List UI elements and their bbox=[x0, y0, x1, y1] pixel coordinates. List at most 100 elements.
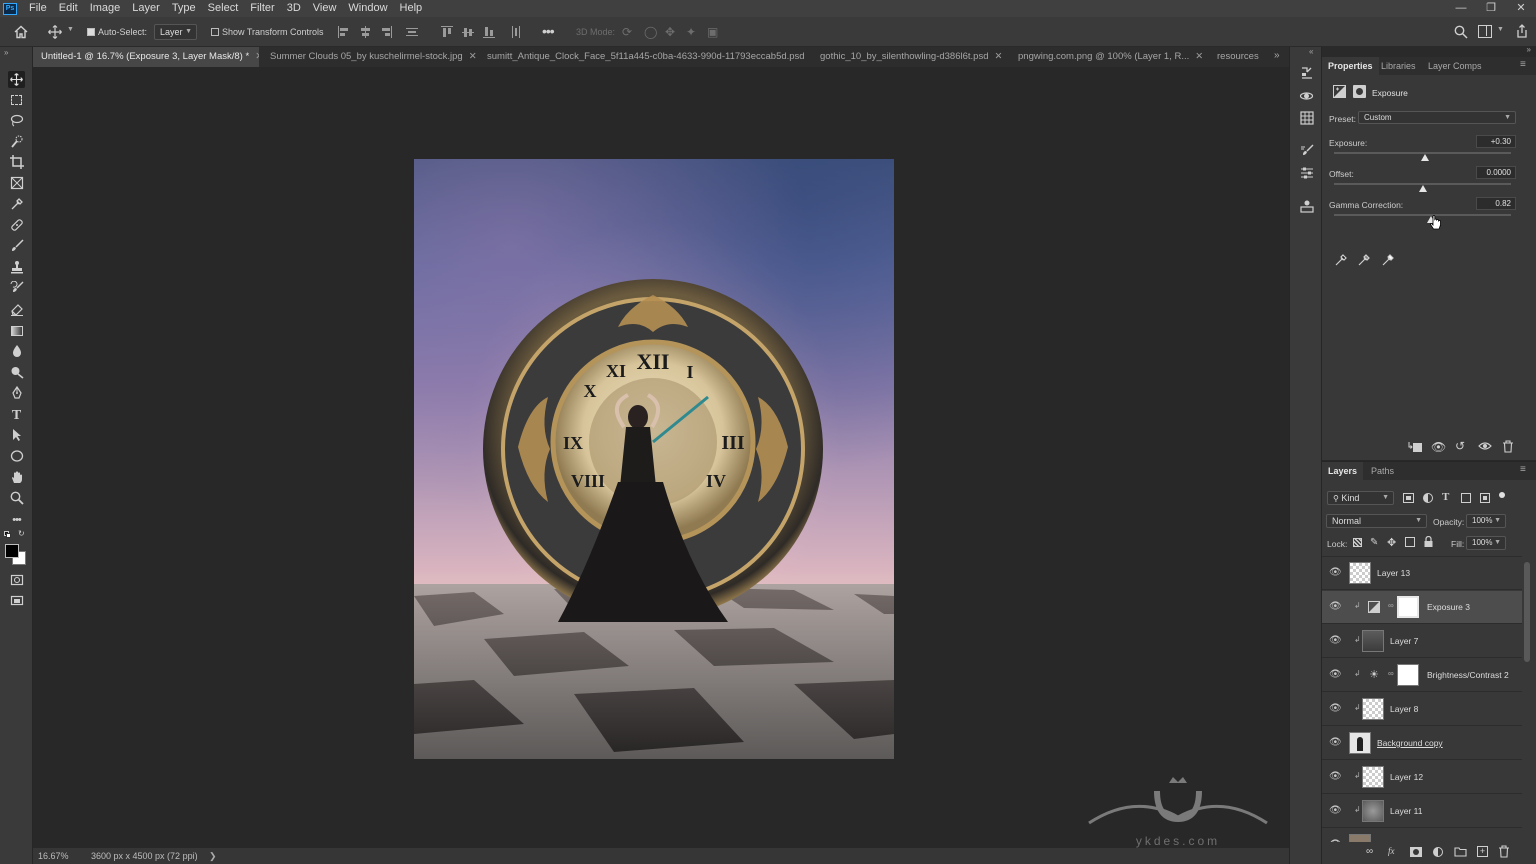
delete-layer-icon[interactable] bbox=[1498, 845, 1510, 858]
close-tab-icon[interactable]: ✕ bbox=[255, 51, 259, 62]
document-canvas[interactable]: XII I III IV VIII IX X XI bbox=[414, 159, 894, 759]
menu-view[interactable]: View bbox=[307, 0, 343, 17]
tab-libraries[interactable]: Libraries bbox=[1375, 57, 1422, 75]
layer-row[interactable]: 👁 ↲ Layer 8 bbox=[1322, 693, 1522, 726]
filter-toggle-icon[interactable] bbox=[1499, 492, 1505, 498]
auto-select-target-dropdown[interactable]: Layer ▼ bbox=[154, 24, 197, 40]
align-left-icon[interactable] bbox=[338, 26, 350, 38]
layer-filter-dropdown[interactable]: ⚲ Kind ▼ bbox=[1327, 491, 1394, 505]
layer-mask-thumbnail[interactable] bbox=[1397, 596, 1419, 618]
pen-tool-icon[interactable] bbox=[8, 385, 25, 403]
panel-menu-icon[interactable]: ≡ bbox=[1520, 59, 1526, 70]
eyedropper-white-icon[interactable] bbox=[1381, 253, 1395, 270]
layer-row[interactable]: 👁 ↲ Layer 11 bbox=[1322, 795, 1522, 828]
visibility-eye-icon[interactable]: 👁 bbox=[1329, 567, 1342, 579]
menu-select[interactable]: Select bbox=[202, 0, 245, 17]
libraries-panel-icon[interactable] bbox=[1299, 199, 1314, 214]
adjustments-panel-icon[interactable] bbox=[1299, 166, 1314, 181]
show-transform-option[interactable]: Show Transform Controls bbox=[211, 24, 324, 40]
type-tool-icon[interactable]: T bbox=[8, 407, 25, 424]
layer-row[interactable]: 👁 ↲ Layer 7 bbox=[1322, 625, 1522, 658]
tab-layer-comps[interactable]: Layer Comps bbox=[1422, 57, 1488, 75]
layers-scrollbar[interactable] bbox=[1524, 562, 1530, 662]
align-bottom-icon[interactable] bbox=[483, 26, 495, 38]
collapse-panel-icon[interactable]: » bbox=[4, 48, 8, 57]
ellipse-tool-icon[interactable] bbox=[8, 449, 25, 466]
view-previous-state-icon[interactable]: 👁 bbox=[1431, 441, 1446, 453]
edit-toolbar-icon[interactable]: ••• bbox=[8, 512, 25, 529]
close-tab-icon[interactable]: ✕ bbox=[469, 51, 477, 62]
visibility-eye-icon[interactable]: 👁 bbox=[1329, 771, 1342, 783]
minimize-icon[interactable]: — bbox=[1446, 0, 1476, 17]
eraser-tool-icon[interactable] bbox=[8, 302, 25, 319]
doc-tab-pngwing[interactable]: pngwing.com.png @ 100% (Layer 1, R... ✕ bbox=[1010, 47, 1206, 67]
align-top-icon[interactable] bbox=[441, 26, 453, 38]
add-mask-icon[interactable] bbox=[1410, 847, 1422, 857]
layer-row[interactable]: 👁 ↲ Layer 12 bbox=[1322, 761, 1522, 794]
lasso-tool-icon[interactable] bbox=[8, 113, 25, 130]
collapse-panel-icon[interactable]: « bbox=[1309, 47, 1313, 56]
reset-adjustment-icon[interactable]: ↺ bbox=[1455, 440, 1465, 452]
3d-scale-icon[interactable]: ▣ bbox=[707, 25, 718, 39]
eyedropper-black-icon[interactable] bbox=[1334, 253, 1348, 270]
visibility-eye-icon[interactable]: 👁 bbox=[1329, 839, 1342, 842]
layer-mask-thumbnail[interactable] bbox=[1397, 664, 1419, 686]
layer-name[interactable]: Exposure 3 bbox=[1427, 591, 1470, 624]
layer-name[interactable]: Layer 13 bbox=[1377, 557, 1410, 590]
new-fill-adjustment-icon[interactable] bbox=[1433, 847, 1443, 857]
zoom-tool-icon[interactable] bbox=[8, 491, 25, 508]
home-icon[interactable] bbox=[14, 25, 28, 39]
delete-adjustment-icon[interactable] bbox=[1502, 440, 1514, 453]
workspace-icon[interactable] bbox=[1478, 25, 1492, 38]
3d-orbit-icon[interactable]: ⟳ bbox=[622, 25, 632, 39]
panel-menu-icon[interactable]: ≡ bbox=[1520, 464, 1526, 475]
move-tool-icon[interactable] bbox=[8, 71, 25, 88]
doc-tab-clock-face[interactable]: sumitt_Antique_Clock_Face_5f11a445-c0ba-… bbox=[479, 47, 811, 67]
layer-name[interactable]: Brightness/Contrast 2 bbox=[1427, 659, 1509, 692]
restore-icon[interactable]: ❐ bbox=[1476, 0, 1506, 17]
layer-name[interactable]: Layer 7 bbox=[1390, 625, 1418, 658]
new-layer-icon[interactable]: + bbox=[1477, 846, 1488, 857]
blur-tool-icon[interactable] bbox=[8, 344, 25, 361]
auto-select-checkbox[interactable] bbox=[87, 27, 95, 36]
layer-name[interactable]: Layer 12 bbox=[1390, 761, 1423, 794]
zoom-level[interactable]: 16.67% bbox=[38, 848, 69, 864]
filter-type-icon[interactable]: T bbox=[1442, 491, 1449, 503]
align-middle-icon[interactable] bbox=[462, 26, 474, 38]
status-menu-icon[interactable]: ❯ bbox=[209, 848, 217, 864]
layer-row[interactable]: 👁 ↲ ☀ ∞ Brightness/Contrast 2 bbox=[1322, 659, 1522, 692]
path-selection-tool-icon[interactable] bbox=[8, 428, 25, 445]
more-tabs-icon[interactable]: » bbox=[1274, 50, 1280, 61]
visibility-eye-icon[interactable]: 👁 bbox=[1329, 737, 1342, 749]
clip-to-layer-icon[interactable] bbox=[1408, 441, 1422, 453]
menu-layer[interactable]: Layer bbox=[126, 0, 166, 17]
gamma-slider-track[interactable] bbox=[1334, 214, 1511, 216]
menu-type[interactable]: Type bbox=[166, 0, 202, 17]
crop-tool-icon[interactable] bbox=[8, 155, 25, 172]
history-brush-tool-icon[interactable] bbox=[8, 280, 25, 298]
history-panel-icon[interactable] bbox=[1299, 66, 1314, 81]
doc-tab-summer-clouds[interactable]: Summer Clouds 05_by kuschelirmel-stock.j… bbox=[262, 47, 478, 67]
gamma-value-input[interactable]: 0.82 bbox=[1476, 197, 1516, 210]
doc-tab-untitled[interactable]: Untitled-1 @ 16.7% (Exposure 3, Layer Ma… bbox=[33, 47, 259, 67]
brush-tool-icon[interactable] bbox=[8, 239, 25, 256]
foreground-color-swatch[interactable] bbox=[5, 544, 19, 558]
link-icon[interactable]: ∞ bbox=[1388, 669, 1394, 678]
move-tool-icon[interactable] bbox=[48, 25, 62, 39]
layer-row[interactable]: 👁 Background copy bbox=[1322, 829, 1522, 842]
layer-style-icon[interactable]: fx bbox=[1388, 846, 1395, 856]
doc-tab-gothic[interactable]: gothic_10_by_silenthowling-d386l6t.psd ✕ bbox=[812, 47, 1006, 67]
opacity-input[interactable]: 100% ▼ bbox=[1466, 514, 1506, 528]
3d-roll-icon[interactable]: ◯ bbox=[644, 25, 657, 39]
3d-panel-icon[interactable] bbox=[1299, 89, 1314, 104]
tab-properties[interactable]: Properties bbox=[1322, 57, 1379, 75]
lock-position-icon[interactable]: ✥ bbox=[1387, 536, 1396, 549]
chevron-down-icon[interactable]: ▼ bbox=[1497, 26, 1504, 33]
3d-pan-icon[interactable]: ✥ bbox=[665, 25, 675, 39]
collapse-panel-icon[interactable]: » bbox=[1527, 45, 1531, 54]
close-window-icon[interactable]: ✕ bbox=[1506, 0, 1536, 17]
3d-slide-icon[interactable]: ✦ bbox=[686, 25, 696, 39]
layer-name[interactable]: Layer 8 bbox=[1390, 693, 1418, 726]
blend-mode-dropdown[interactable]: Normal ▼ bbox=[1326, 514, 1427, 528]
filter-smart-object-icon[interactable] bbox=[1480, 493, 1490, 503]
